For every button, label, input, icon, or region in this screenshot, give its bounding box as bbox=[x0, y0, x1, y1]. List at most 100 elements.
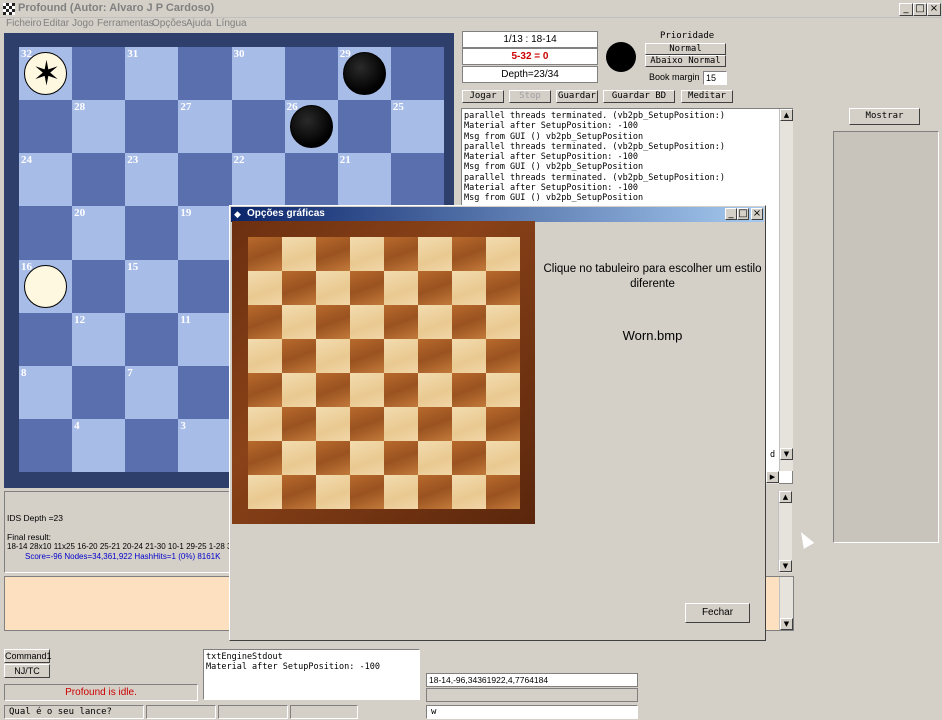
black-piece[interactable] bbox=[289, 105, 333, 149]
save-db-button[interactable]: Guardar BD bbox=[603, 90, 675, 103]
play-button[interactable]: Jogar bbox=[462, 90, 504, 103]
menu-help[interactable]: Ajuda bbox=[186, 18, 212, 29]
dialog-minimize-button[interactable]: _ bbox=[725, 208, 737, 220]
menu-file[interactable]: Ficheiro bbox=[6, 18, 42, 29]
board-square[interactable]: 4 bbox=[72, 418, 126, 472]
preview-square[interactable] bbox=[384, 237, 418, 271]
meditate-button[interactable]: Meditar bbox=[681, 90, 733, 103]
board-square[interactable]: 21 bbox=[337, 153, 391, 207]
board-square[interactable] bbox=[19, 418, 73, 472]
board-square[interactable]: 26 bbox=[284, 100, 338, 154]
menu-options[interactable]: Opções bbox=[152, 18, 186, 29]
preview-square[interactable] bbox=[248, 339, 282, 373]
preview-square[interactable] bbox=[418, 373, 452, 407]
preview-square[interactable] bbox=[486, 237, 520, 271]
scroll-down-arrow-icon[interactable]: ▼ bbox=[779, 560, 792, 572]
board-square[interactable] bbox=[178, 259, 232, 313]
board-square[interactable] bbox=[337, 100, 391, 154]
dialog-maximize-button[interactable]: □ bbox=[737, 208, 749, 220]
board-square[interactable]: 32 ✶ bbox=[19, 47, 73, 101]
board-square[interactable]: 15 bbox=[125, 259, 179, 313]
scroll-up-arrow-icon[interactable]: ▲ bbox=[779, 491, 792, 503]
board-square[interactable]: 23 bbox=[125, 153, 179, 207]
board-square[interactable] bbox=[390, 153, 444, 207]
board-square[interactable]: 28 bbox=[72, 100, 126, 154]
preview-square[interactable] bbox=[282, 407, 316, 441]
preview-square[interactable] bbox=[418, 407, 452, 441]
board-square[interactable]: 16 bbox=[19, 259, 73, 313]
preview-square[interactable] bbox=[248, 237, 282, 271]
preview-square[interactable] bbox=[350, 271, 384, 305]
board-square[interactable] bbox=[72, 153, 126, 207]
preview-square[interactable] bbox=[452, 373, 486, 407]
stop-button[interactable]: Stop bbox=[509, 90, 551, 103]
board-square[interactable] bbox=[178, 365, 232, 419]
board-square[interactable] bbox=[178, 153, 232, 207]
menu-edit[interactable]: Editar bbox=[43, 18, 69, 29]
board-square[interactable] bbox=[125, 100, 179, 154]
board-square[interactable]: 22 bbox=[231, 153, 285, 207]
show-button[interactable]: Mostrar bbox=[849, 108, 920, 125]
preview-square[interactable] bbox=[248, 305, 282, 339]
board-square[interactable] bbox=[72, 365, 126, 419]
preview-square[interactable] bbox=[452, 407, 486, 441]
scroll-right-arrow-icon[interactable]: ▶ bbox=[766, 471, 779, 483]
priority-normal-button[interactable]: Normal bbox=[645, 43, 726, 55]
board-square[interactable]: 30 bbox=[231, 47, 285, 101]
preview-square[interactable] bbox=[384, 373, 418, 407]
preview-square[interactable] bbox=[384, 339, 418, 373]
preview-square[interactable] bbox=[316, 339, 350, 373]
preview-square[interactable] bbox=[384, 407, 418, 441]
preview-square[interactable] bbox=[452, 305, 486, 339]
board-square[interactable] bbox=[125, 418, 179, 472]
preview-square[interactable] bbox=[384, 305, 418, 339]
preview-square[interactable] bbox=[486, 373, 520, 407]
preview-square[interactable] bbox=[248, 475, 282, 509]
dialog-close-button[interactable]: × bbox=[751, 208, 763, 220]
board-square[interactable] bbox=[178, 47, 232, 101]
board-square[interactable]: 27 bbox=[178, 100, 232, 154]
menu-language[interactable]: Língua bbox=[216, 18, 247, 29]
white-piece[interactable] bbox=[24, 264, 67, 308]
maximize-button[interactable]: □ bbox=[913, 3, 927, 16]
w-field[interactable]: w bbox=[426, 705, 638, 719]
scroll-down-arrow-icon[interactable]: ▼ bbox=[780, 448, 793, 460]
board-square[interactable]: 19 bbox=[178, 206, 232, 260]
engine-log-scrollbar[interactable]: ▲ ▼ bbox=[779, 109, 793, 471]
preview-square[interactable] bbox=[282, 237, 316, 271]
board-square[interactable]: 12 bbox=[72, 312, 126, 366]
preview-square[interactable] bbox=[248, 271, 282, 305]
board-square[interactable] bbox=[284, 153, 338, 207]
scroll-up-arrow-icon[interactable]: ▲ bbox=[780, 109, 793, 121]
preview-square[interactable] bbox=[350, 441, 384, 475]
preview-square[interactable] bbox=[350, 407, 384, 441]
save-button[interactable]: Guardar bbox=[556, 90, 598, 103]
white-king-piece[interactable]: ✶ bbox=[24, 52, 67, 95]
preview-square[interactable] bbox=[316, 373, 350, 407]
preview-square[interactable] bbox=[384, 475, 418, 509]
board-square[interactable]: 7 bbox=[125, 365, 179, 419]
preview-square[interactable] bbox=[282, 339, 316, 373]
preview-square[interactable] bbox=[316, 237, 350, 271]
input-scrollbar[interactable]: ▼ bbox=[779, 577, 793, 630]
preview-square[interactable] bbox=[316, 271, 350, 305]
board-square[interactable]: 29 bbox=[337, 47, 391, 101]
board-square[interactable]: 8 bbox=[19, 365, 73, 419]
close-button[interactable]: × bbox=[927, 3, 941, 16]
preview-square[interactable] bbox=[316, 441, 350, 475]
board-square[interactable]: 20 bbox=[72, 206, 126, 260]
board-square[interactable] bbox=[19, 100, 73, 154]
preview-square[interactable] bbox=[452, 441, 486, 475]
board-square[interactable] bbox=[231, 100, 285, 154]
preview-square[interactable] bbox=[418, 441, 452, 475]
preview-square[interactable] bbox=[452, 237, 486, 271]
preview-square[interactable] bbox=[452, 339, 486, 373]
preview-square[interactable] bbox=[486, 407, 520, 441]
preview-square[interactable] bbox=[350, 475, 384, 509]
preview-square[interactable] bbox=[350, 339, 384, 373]
close-dialog-button[interactable]: Fechar bbox=[685, 603, 750, 623]
menu-game[interactable]: Jogo bbox=[72, 18, 94, 29]
command1-button[interactable]: Command1 bbox=[4, 649, 52, 663]
board-style-preview[interactable] bbox=[248, 237, 520, 509]
preview-square[interactable] bbox=[316, 407, 350, 441]
